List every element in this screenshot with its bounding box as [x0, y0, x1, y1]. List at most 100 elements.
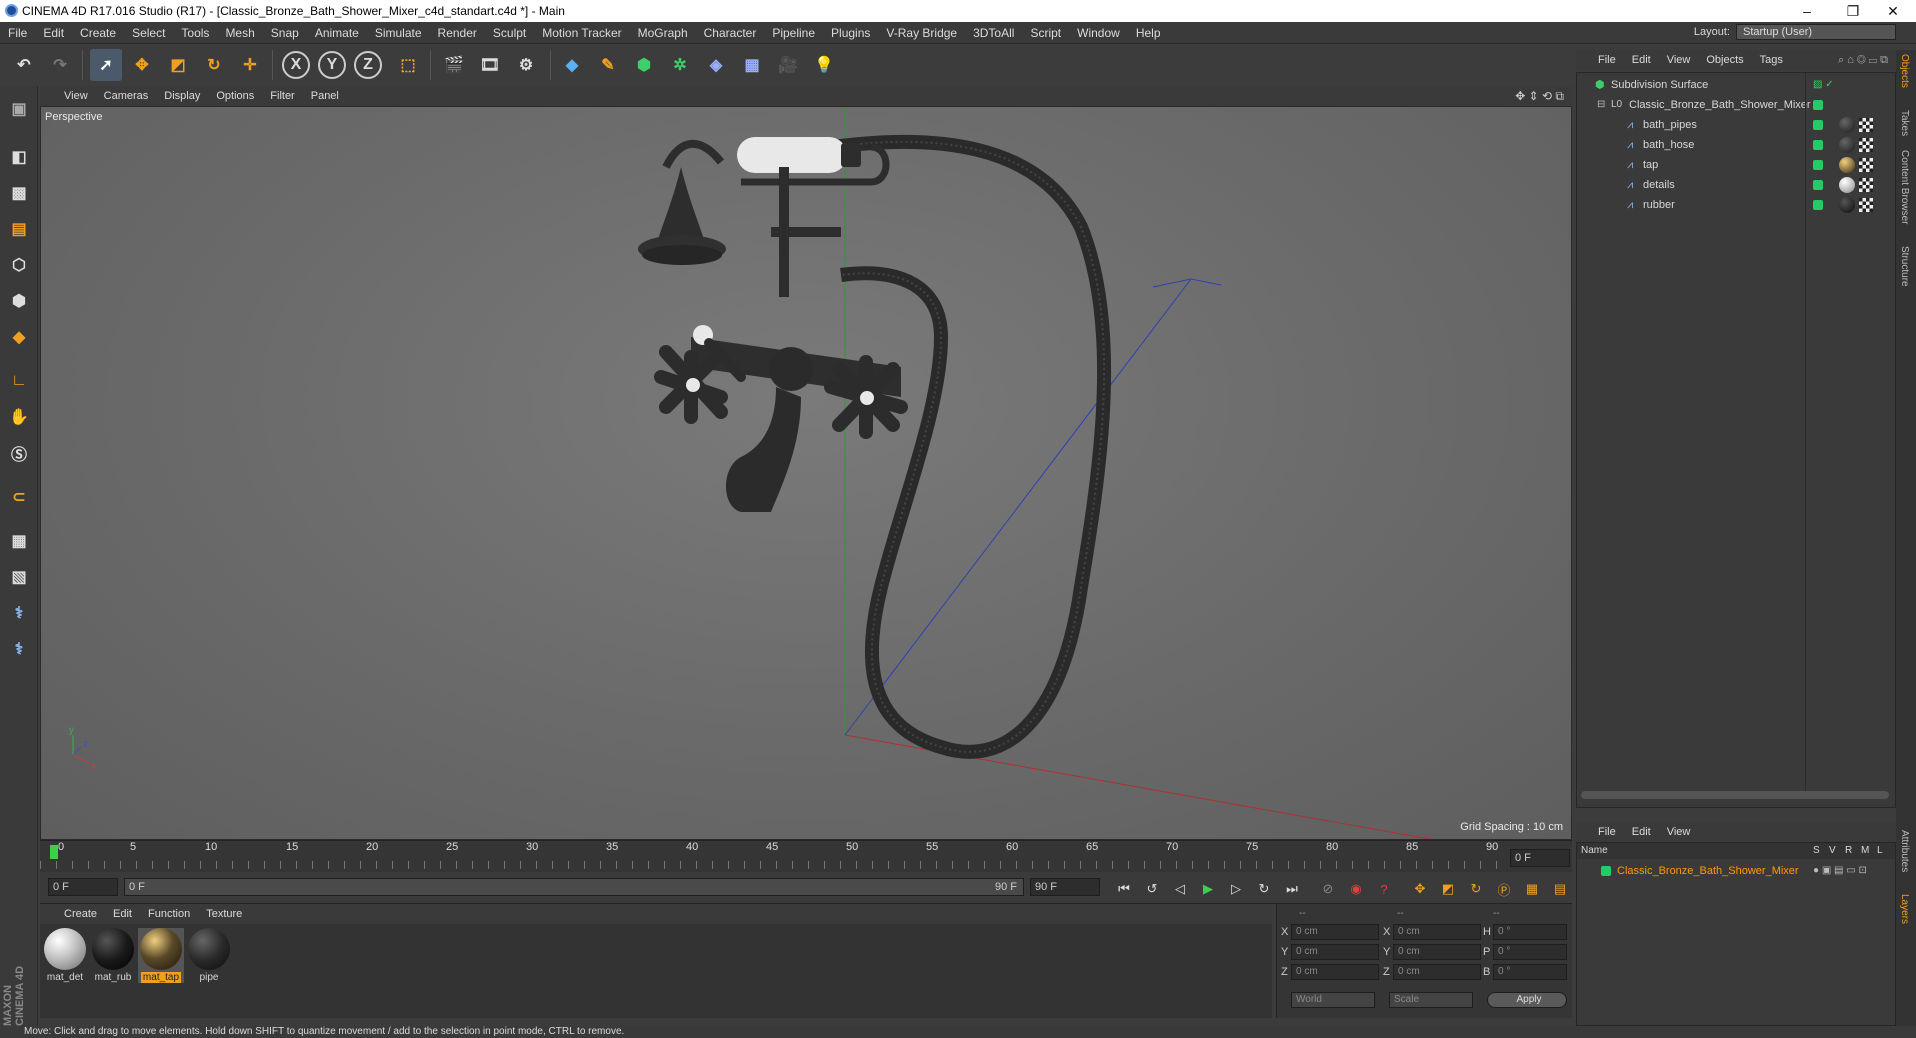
menu-pipeline[interactable]: Pipeline: [764, 26, 823, 40]
rotation-p-field[interactable]: 0 °: [1493, 944, 1567, 960]
goto-end-icon[interactable]: ⏭: [1280, 878, 1304, 900]
uvw-tag-icon[interactable]: [1859, 158, 1873, 172]
size-y-field[interactable]: 0 cm: [1393, 944, 1481, 960]
cube-primitive-icon[interactable]: ◆: [556, 49, 588, 81]
position-y-field[interactable]: 0 cm: [1291, 944, 1379, 960]
model-mode-icon[interactable]: ◧: [4, 142, 34, 172]
mat-menu-create[interactable]: Create: [56, 908, 105, 920]
prev-key-icon[interactable]: ↺: [1140, 878, 1164, 900]
obj-menu-tags[interactable]: Tags: [1752, 54, 1791, 66]
texture-mode-icon[interactable]: ▩: [4, 178, 34, 208]
record-key-icon[interactable]: ◉: [1344, 878, 1368, 900]
menu-mograph[interactable]: MoGraph: [630, 26, 696, 40]
timeline-ruler[interactable]: 0 5 10 15 20 25 30 35 40 45 50 55 60 65 …: [40, 840, 1572, 872]
axis-mode-icon[interactable]: ∟: [4, 366, 34, 396]
menu-motion-tracker[interactable]: Motion Tracker: [534, 26, 629, 40]
planar-workplane-icon[interactable]: ▧: [4, 562, 34, 592]
coordinate-system-icon[interactable]: ⬚: [392, 49, 424, 81]
axis-x-lock-button[interactable]: X: [282, 51, 310, 79]
prev-frame-icon[interactable]: ◁: [1168, 878, 1192, 900]
axis-y-lock-button[interactable]: Y: [318, 51, 346, 79]
render-settings-icon[interactable]: ⚙: [510, 49, 542, 81]
menu-character[interactable]: Character: [696, 26, 765, 40]
close-button[interactable]: ✕: [1870, 0, 1916, 22]
tab-layers[interactable]: Layers: [1899, 894, 1910, 924]
tab-attributes[interactable]: Attributes: [1899, 830, 1910, 872]
magnet-icon[interactable]: ⊂: [4, 482, 34, 512]
redo-icon[interactable]: ↷: [44, 49, 76, 81]
timeline-window-icon[interactable]: ▤: [1548, 878, 1572, 900]
select-pointer-icon[interactable]: ➚: [90, 49, 122, 81]
object-row[interactable]: ⩘ rubber: [1577, 195, 1895, 215]
menu-edit[interactable]: Edit: [35, 26, 72, 40]
key-scale-icon[interactable]: ◩: [1436, 878, 1460, 900]
object-row[interactable]: ⬢ Subdivision Surface ▨ ✓: [1577, 75, 1895, 95]
material-tag-icon[interactable]: [1839, 157, 1855, 173]
menu-simulate[interactable]: Simulate: [367, 26, 430, 40]
layout-dropdown[interactable]: Startup (User): [1736, 24, 1896, 40]
menu-tools[interactable]: Tools: [173, 26, 217, 40]
render-view-icon[interactable]: 🎬: [438, 49, 470, 81]
next-frame-icon[interactable]: ▷: [1224, 878, 1248, 900]
autokey-icon[interactable]: ?: [1372, 878, 1396, 900]
menu-file[interactable]: File: [0, 26, 35, 40]
current-frame-field[interactable]: 0 F: [1510, 849, 1570, 867]
object-row[interactable]: ⩘ bath_pipes: [1577, 115, 1895, 135]
playhead-marker[interactable]: [50, 845, 58, 859]
obj-menu-view[interactable]: View: [1659, 54, 1699, 66]
uvw-tag-icon[interactable]: [1859, 138, 1873, 152]
obj-menu-edit[interactable]: Edit: [1624, 54, 1659, 66]
material-swatch[interactable]: mat_tap: [138, 928, 184, 983]
menu-vray-bridge[interactable]: V-Ray Bridge: [878, 26, 965, 40]
obj-search-icon[interactable]: ⌕ ⌂ ◎ ▭ ⧉: [1838, 54, 1888, 67]
uvw-tag-icon[interactable]: [1859, 118, 1873, 132]
material-swatch[interactable]: mat_det: [42, 928, 88, 983]
key-pla-icon[interactable]: ▦: [1520, 878, 1544, 900]
key-position-icon[interactable]: ✥: [1408, 878, 1432, 900]
menu-help[interactable]: Help: [1128, 26, 1169, 40]
end-frame-field[interactable]: 90 F: [1030, 878, 1100, 896]
move-tool-icon[interactable]: ✥: [126, 49, 158, 81]
play-icon[interactable]: ▶: [1196, 878, 1220, 900]
minimize-button[interactable]: –: [1784, 0, 1830, 22]
layer-menu-file[interactable]: File: [1590, 826, 1624, 838]
viewport-menu-filter[interactable]: Filter: [262, 90, 302, 102]
uvw-tag-icon[interactable]: [1859, 178, 1873, 192]
axis-z-lock-button[interactable]: Z: [354, 51, 382, 79]
viewport-menu-options[interactable]: Options: [208, 90, 262, 102]
size-z-field[interactable]: 0 cm: [1393, 964, 1481, 980]
tab-objects[interactable]: Objects: [1899, 54, 1910, 88]
layer-menu-edit[interactable]: Edit: [1624, 826, 1659, 838]
menu-render[interactable]: Render: [430, 26, 485, 40]
live-selection-icon[interactable]: ✛: [234, 49, 266, 81]
tweak-mode-icon[interactable]: ✋: [4, 402, 34, 432]
menu-create[interactable]: Create: [72, 26, 124, 40]
layer-menu-view[interactable]: View: [1659, 826, 1699, 838]
enabled-check-icon[interactable]: ▨ ✓: [1813, 75, 1834, 95]
object-row[interactable]: ⊟ L0 Classic_Bronze_Bath_Shower_Mixer: [1577, 95, 1895, 115]
horizontal-scrollbar[interactable]: [1581, 791, 1889, 799]
material-swatch[interactable]: pipe: [186, 928, 232, 983]
spline-pen-icon[interactable]: ✎: [592, 49, 624, 81]
object-row[interactable]: ⩘ bath_hose: [1577, 135, 1895, 155]
mat-menu-texture[interactable]: Texture: [198, 908, 250, 920]
uvw-tag-icon[interactable]: [1859, 198, 1873, 212]
menu-select[interactable]: Select: [124, 26, 173, 40]
next-key-icon[interactable]: ↻: [1252, 878, 1276, 900]
position-z-field[interactable]: 0 cm: [1291, 964, 1379, 980]
floor-icon[interactable]: ▦: [736, 49, 768, 81]
menu-window[interactable]: Window: [1069, 26, 1128, 40]
menu-script[interactable]: Script: [1022, 26, 1069, 40]
menu-snap[interactable]: Snap: [263, 26, 307, 40]
mat-menu-function[interactable]: Function: [140, 908, 198, 920]
viewport-nav-icons[interactable]: ✥ ⇕ ⟲ ⧉: [1515, 89, 1564, 104]
viewport-menu-view[interactable]: View: [56, 90, 96, 102]
viewport-menu-display[interactable]: Display: [156, 90, 208, 102]
start-frame-field[interactable]: 0 F: [48, 878, 118, 896]
viewport-menu-panel[interactable]: Panel: [303, 90, 347, 102]
goto-start-icon[interactable]: ⏮: [1112, 878, 1136, 900]
coordinate-space-dropdown[interactable]: World: [1291, 992, 1375, 1008]
material-tag-icon[interactable]: [1839, 137, 1855, 153]
rotate-tool-icon[interactable]: ↻: [198, 49, 230, 81]
expand-toggle-icon[interactable]: ⊟: [1597, 95, 1605, 115]
